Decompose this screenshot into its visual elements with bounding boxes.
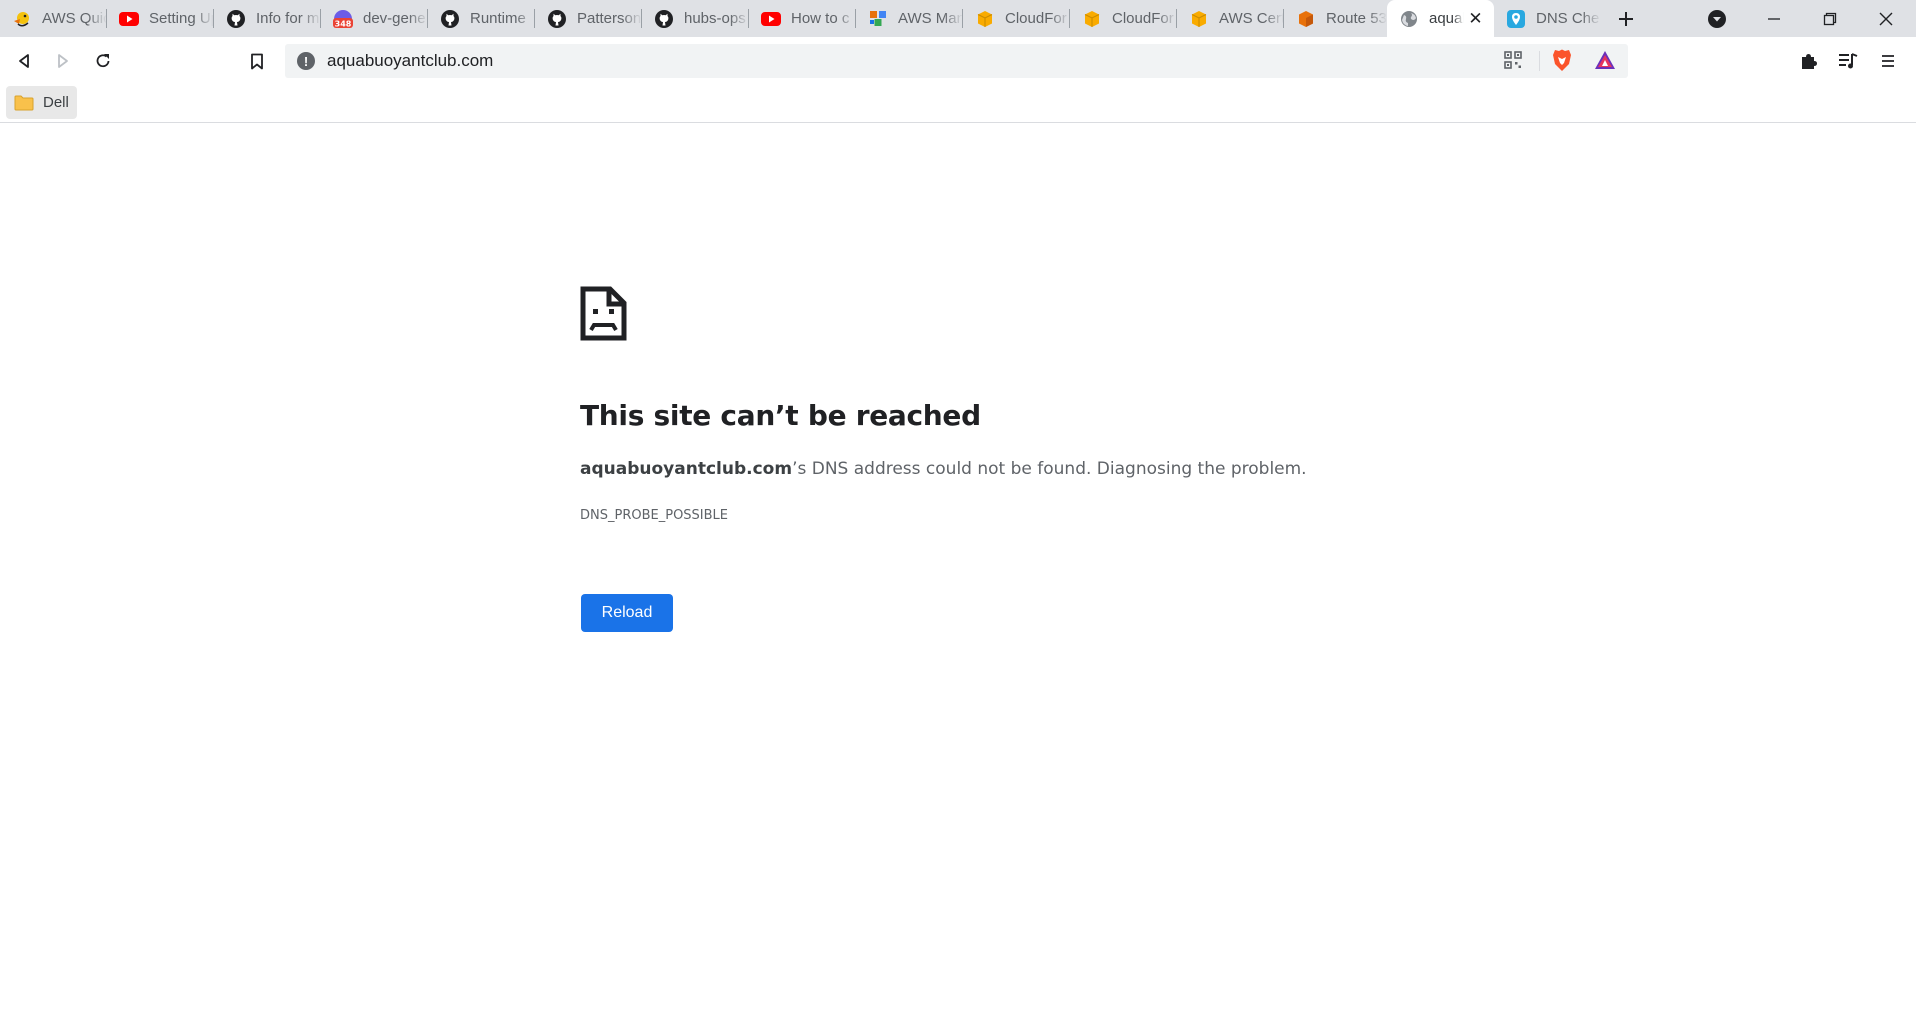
url-text[interactable]: aquabuoyantclub.com	[327, 51, 493, 71]
youtube-icon	[119, 9, 139, 29]
sad-page-icon	[580, 286, 627, 341]
tab-title: Patterson	[577, 10, 642, 27]
tab-youtube-setting[interactable]: Setting Up	[107, 0, 214, 37]
error-description: aquabuoyantclub.com’s DNS address could …	[580, 459, 1307, 479]
tab-github-info[interactable]: Info for m	[214, 0, 321, 37]
playlist-icon	[1839, 53, 1858, 69]
tab-youtube-how-to[interactable]: How to c	[749, 0, 856, 37]
bookmark-label: Dell	[43, 94, 69, 111]
github-icon	[654, 9, 674, 29]
back-arrow-icon	[19, 54, 29, 68]
qr-code-button[interactable]	[1499, 46, 1527, 74]
close-icon	[1879, 12, 1893, 25]
tab-cloudformation-2[interactable]: CloudFor	[1070, 0, 1177, 37]
tab-title: AWS Quick	[42, 10, 107, 27]
tab-title: hubs-ops	[684, 10, 746, 27]
tab-title: AWS Cert	[1219, 10, 1284, 27]
puzzle-icon	[1802, 54, 1817, 69]
tab-route-53[interactable]: Route 53	[1284, 0, 1387, 37]
tab-aws-quicksight[interactable]: AWS Quick	[0, 0, 107, 37]
chevron-down-circle-icon	[1708, 9, 1726, 28]
minimize-icon	[1768, 17, 1780, 20]
aws-quicksight-duck-icon	[12, 9, 32, 29]
brave-rewards-button[interactable]	[1591, 46, 1619, 74]
bookmark-button[interactable]	[241, 45, 273, 77]
tab-github-runtime[interactable]: Runtime	[428, 0, 535, 37]
aws-box-icon	[1189, 9, 1209, 29]
tab-aws-certificate[interactable]: AWS Cert	[1177, 0, 1284, 37]
close-icon[interactable]: ✕	[1467, 9, 1484, 28]
github-icon	[440, 9, 460, 29]
tab-cloudformation-1[interactable]: CloudFor	[963, 0, 1070, 37]
back-button[interactable]	[8, 45, 40, 77]
tab-title: dev-gene	[363, 10, 426, 27]
dns-checker-icon	[1506, 9, 1526, 29]
close-window-button[interactable]	[1864, 0, 1908, 37]
aws-box-icon	[1082, 9, 1102, 29]
tab-aquabuoyantclub-active[interactable]: aqual ✕	[1387, 0, 1494, 37]
route53-icon	[1296, 9, 1316, 29]
browser-toolbar: ! aquabuoyantclub.com	[0, 37, 1916, 85]
youtube-icon	[761, 9, 781, 29]
tab-title: Runtime	[470, 10, 526, 27]
brave-rewards-triangle-icon	[1595, 51, 1615, 69]
tab-github-hubs-ops[interactable]: hubs-ops	[642, 0, 749, 37]
reload-toolbar-button[interactable]	[87, 45, 119, 77]
error-page: This site can’t be reached aquabuoyantcl…	[0, 124, 1916, 1013]
reload-icon	[96, 54, 110, 68]
github-icon	[547, 9, 567, 29]
forward-arrow-icon	[58, 54, 68, 68]
tab-github-patterson[interactable]: Patterson	[535, 0, 642, 37]
bookmark-folder-dell[interactable]: Dell	[6, 86, 77, 119]
tab-strip: AWS Quick Setting Up Info for m 348 dev-…	[0, 0, 1916, 37]
reload-button[interactable]: Reload	[581, 594, 673, 632]
error-description-text: ’s DNS address could not be found. Diagn…	[792, 459, 1307, 479]
globe-icon	[1399, 9, 1419, 29]
error-code: DNS_PROBE_POSSIBLE	[580, 508, 729, 523]
restore-button[interactable]	[1808, 0, 1852, 37]
address-bar[interactable]: ! aquabuoyantclub.com	[285, 44, 1628, 78]
forward-button[interactable]	[47, 45, 79, 77]
main-menu-button[interactable]	[1872, 45, 1904, 77]
error-domain: aquabuoyantclub.com	[580, 459, 793, 479]
omnibox-divider	[1539, 51, 1540, 71]
qr-code-icon	[1504, 51, 1522, 69]
brave-lion-icon	[1553, 49, 1571, 71]
restore-icon	[1823, 12, 1837, 25]
hamburger-menu-icon	[1882, 55, 1894, 67]
minimize-button[interactable]	[1752, 0, 1796, 37]
tab-dns-checker[interactable]: DNS Che	[1494, 0, 1601, 37]
calendar-badge-icon: 348	[333, 9, 353, 29]
plus-icon	[1619, 11, 1633, 26]
tab-dev-gene[interactable]: 348 dev-gene	[321, 0, 428, 37]
svg-text:348: 348	[335, 19, 352, 28]
tab-title: DNS Che	[1536, 10, 1600, 27]
info-icon[interactable]: !	[297, 52, 315, 70]
tab-title: CloudFor	[1005, 10, 1067, 27]
aws-box-icon	[975, 9, 995, 29]
tab-aws-management[interactable]: AWS Man	[856, 0, 963, 37]
new-tab-button[interactable]	[1604, 0, 1648, 37]
tab-title: Info for m	[256, 10, 320, 27]
tab-title: aqual	[1429, 10, 1464, 27]
brave-shields-button[interactable]	[1548, 46, 1576, 74]
extensions-button[interactable]	[1792, 45, 1824, 77]
github-icon	[226, 9, 246, 29]
tab-title: Route 53	[1326, 10, 1387, 27]
media-controls-button[interactable]	[1832, 45, 1864, 77]
tab-title: AWS Man	[898, 10, 963, 27]
bookmarks-bar: Dell	[0, 85, 1916, 123]
folder-icon	[14, 95, 34, 110]
aws-cubes-icon	[868, 9, 888, 29]
bookmark-icon	[251, 53, 263, 69]
tab-title: CloudFor	[1112, 10, 1174, 27]
tab-title: Setting Up	[149, 10, 214, 27]
error-title: This site can’t be reached	[580, 399, 981, 432]
tab-title: How to c	[791, 10, 850, 27]
tab-search-button[interactable]	[1695, 0, 1739, 37]
